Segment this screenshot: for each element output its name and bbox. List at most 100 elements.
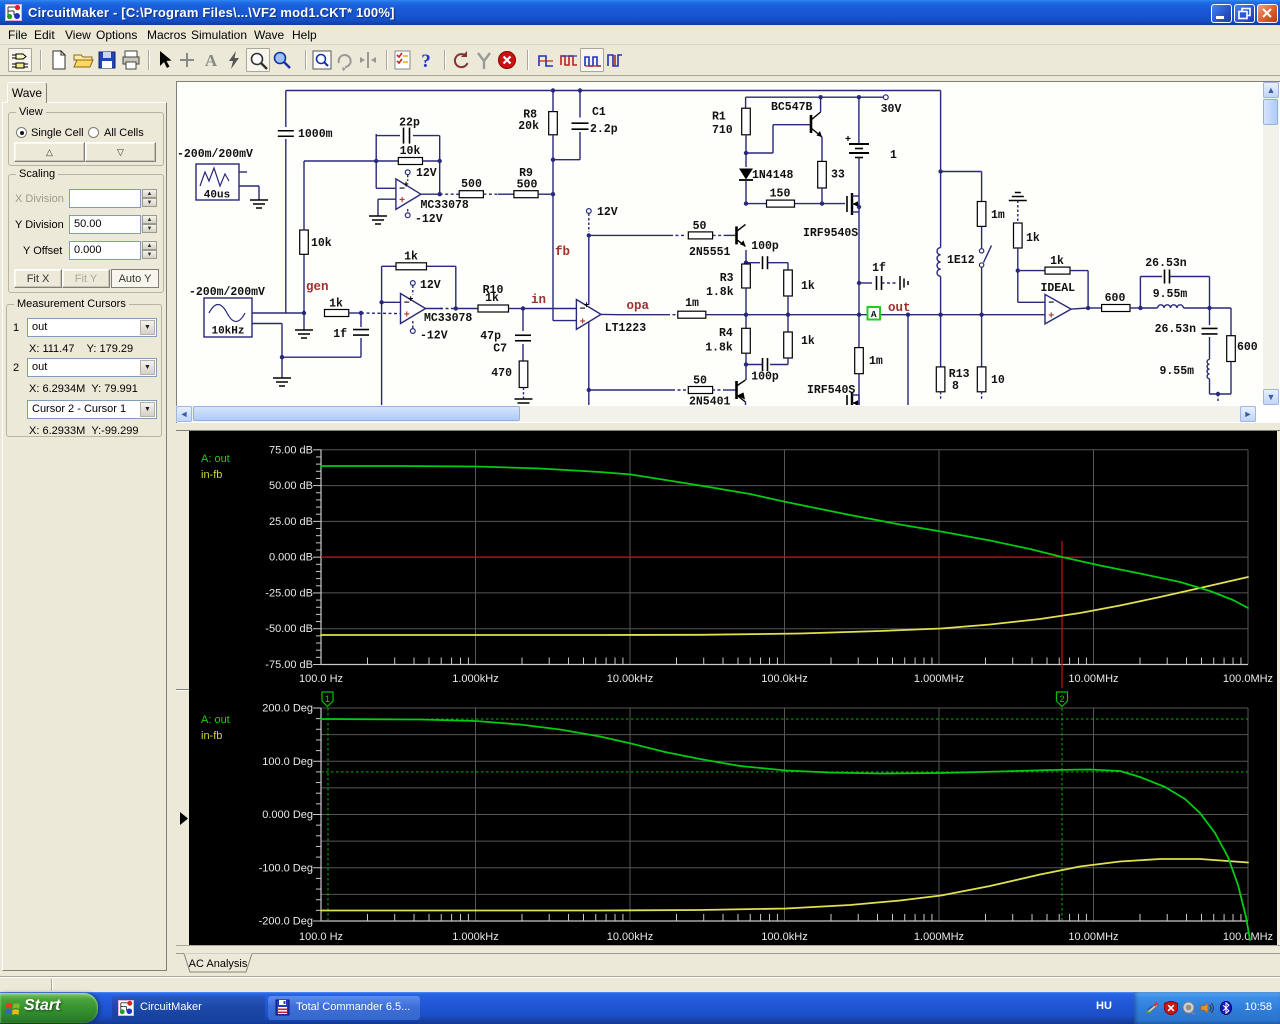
svg-text:-25.00 dB: -25.00 dB (265, 587, 313, 599)
svg-text:50: 50 (693, 375, 707, 388)
svg-text:2.2p: 2.2p (590, 123, 618, 136)
svg-text:100.0kHz: 100.0kHz (761, 673, 807, 685)
svg-text:26.53n: 26.53n (1145, 257, 1187, 270)
svg-text:1m: 1m (991, 209, 1005, 222)
svg-text:10k: 10k (311, 237, 332, 250)
svg-text:500: 500 (461, 178, 482, 191)
svg-text:R3: R3 (720, 272, 734, 285)
svg-text:12V: 12V (597, 206, 618, 219)
svg-text:−: − (1048, 299, 1054, 310)
svg-text:1: 1 (890, 149, 897, 162)
svg-text:20k: 20k (518, 120, 539, 133)
svg-text:2N5401: 2N5401 (689, 396, 731, 406)
svg-text:50: 50 (693, 220, 707, 233)
svg-text:1k: 1k (801, 335, 815, 348)
svg-text:opa: opa (627, 299, 650, 313)
svg-text:in: in (531, 293, 546, 307)
svg-text:+: + (399, 196, 405, 207)
svg-text:A: out: A: out (201, 714, 230, 726)
svg-text:+: + (580, 317, 586, 328)
svg-text:470: 470 (491, 367, 512, 380)
svg-text:-100.0 Deg: -100.0 Deg (259, 862, 313, 874)
svg-text:1.000MHz: 1.000MHz (914, 673, 964, 685)
svg-text:1.8k: 1.8k (706, 286, 734, 299)
svg-text:1E12: 1E12 (947, 254, 975, 267)
svg-text:1k: 1k (404, 251, 418, 264)
svg-text:gen: gen (306, 280, 329, 294)
svg-text:1m: 1m (869, 355, 883, 368)
svg-text:A: A (205, 51, 218, 70)
svg-text:1k: 1k (329, 298, 343, 311)
svg-text:500: 500 (517, 179, 538, 192)
svg-text:100.0MHz: 100.0MHz (1223, 673, 1273, 685)
svg-text:10.00kHz: 10.00kHz (607, 673, 653, 685)
svg-text:12V: 12V (416, 167, 437, 180)
svg-text:C7: C7 (493, 343, 507, 356)
svg-text:150: 150 (770, 188, 791, 201)
svg-text:100.0 Hz: 100.0 Hz (299, 673, 343, 685)
svg-text:10k: 10k (400, 145, 421, 158)
svg-text:-200m/200mV: -200m/200mV (189, 286, 265, 299)
svg-text:1.000kHz: 1.000kHz (452, 931, 498, 943)
svg-text:1k: 1k (485, 292, 499, 305)
svg-text:600: 600 (1105, 292, 1126, 305)
svg-text:10.00MHz: 10.00MHz (1068, 673, 1118, 685)
svg-text:100.0 Hz: 100.0 Hz (299, 931, 343, 943)
svg-text:1.000MHz: 1.000MHz (914, 931, 964, 943)
svg-text:1k: 1k (1026, 232, 1040, 245)
svg-text:IDEAL: IDEAL (1041, 282, 1076, 295)
svg-text:?: ? (421, 51, 431, 71)
svg-text:30V: 30V (881, 103, 902, 116)
svg-text:C1: C1 (592, 106, 606, 119)
svg-text:MC33078: MC33078 (421, 199, 469, 212)
svg-text:50.00 dB: 50.00 dB (269, 480, 313, 492)
svg-text:12V: 12V (420, 279, 441, 292)
svg-text:26.53n: 26.53n (1155, 323, 1197, 336)
svg-text:1f: 1f (333, 328, 347, 341)
svg-text:fb: fb (555, 245, 570, 259)
svg-text:100p: 100p (751, 240, 779, 253)
svg-text:1m: 1m (685, 297, 699, 310)
svg-text:+: + (408, 295, 413, 305)
svg-text:-200m/200mV: -200m/200mV (177, 148, 253, 161)
svg-text:75.00 dB: 75.00 dB (269, 444, 313, 456)
svg-text:10: 10 (991, 374, 1005, 387)
svg-text:2: 2 (1059, 694, 1064, 704)
svg-text:IRF9540S: IRF9540S (803, 227, 858, 240)
svg-text:MC33078: MC33078 (424, 312, 472, 325)
svg-text:BC547B: BC547B (771, 101, 813, 114)
svg-text:1.000kHz: 1.000kHz (452, 673, 498, 685)
svg-text:600: 600 (1237, 341, 1258, 354)
svg-text:-12V: -12V (420, 330, 448, 343)
svg-text:9.55m: 9.55m (1159, 365, 1194, 378)
svg-text:1k: 1k (1050, 255, 1064, 268)
svg-text:1f: 1f (872, 262, 886, 275)
svg-text:-200.0 Deg: -200.0 Deg (259, 916, 313, 928)
svg-text:1: 1 (325, 694, 330, 704)
svg-text:out: out (888, 301, 911, 315)
svg-text:R4: R4 (719, 327, 733, 340)
svg-text:AC Analysis: AC Analysis (189, 958, 248, 970)
svg-text:25.00 dB: 25.00 dB (269, 516, 313, 528)
svg-text:0.000 Deg: 0.000 Deg (262, 809, 313, 821)
svg-text:+: + (1048, 312, 1054, 323)
svg-text:+: + (404, 310, 410, 321)
svg-text:IRF540S: IRF540S (807, 384, 855, 397)
svg-text:1k: 1k (801, 280, 815, 293)
svg-text:+: + (845, 135, 851, 146)
svg-text:-12V: -12V (415, 213, 443, 226)
svg-text:R1: R1 (712, 111, 726, 124)
svg-text:1N4148: 1N4148 (752, 169, 794, 182)
svg-text:40us: 40us (204, 190, 230, 202)
svg-text:10.00MHz: 10.00MHz (1068, 931, 1118, 943)
svg-text:in-fb: in-fb (201, 730, 222, 742)
svg-text:10.00kHz: 10.00kHz (607, 931, 653, 943)
svg-text:33: 33 (831, 169, 845, 182)
svg-text:in-fb: in-fb (201, 469, 222, 481)
svg-text:-75.00 dB: -75.00 dB (265, 659, 313, 671)
svg-text:9.55m: 9.55m (1153, 288, 1188, 301)
svg-text:1.8k: 1.8k (705, 342, 733, 355)
svg-text:200.0 Deg: 200.0 Deg (262, 703, 313, 715)
svg-text:100.0 Deg: 100.0 Deg (262, 756, 313, 768)
svg-text:47p: 47p (480, 330, 501, 343)
